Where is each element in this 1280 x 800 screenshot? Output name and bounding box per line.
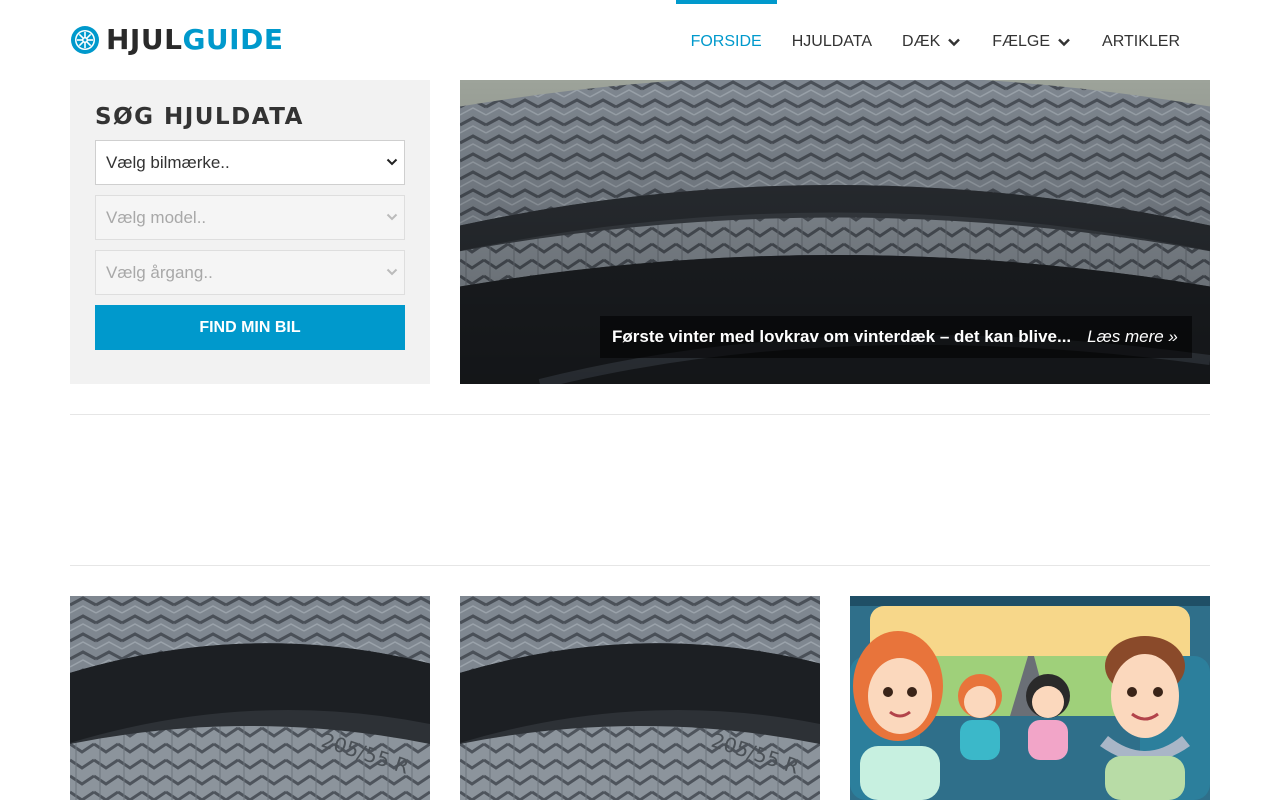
hero-caption: Første vinter med lovkrav om vinterdæk –… [600, 316, 1192, 358]
chevron-down-icon [386, 268, 398, 276]
cartoon-family-car-image [850, 596, 1210, 800]
year-select-value: Vælg årgang.. [106, 262, 213, 282]
site-header: HJULGUIDE FORSIDE HJULDATA DÆK FÆLGE ART… [0, 0, 1280, 80]
article-card[interactable]: 205/55 R [460, 596, 820, 800]
logo-text-part2: GUIDE [182, 23, 284, 56]
article-card[interactable] [850, 596, 1210, 800]
wheel-logo-icon [71, 26, 99, 54]
logo-text: HJULGUIDE [106, 22, 283, 58]
find-car-button[interactable]: FIND MIN BIL [95, 305, 405, 350]
chevron-down-icon [386, 213, 398, 221]
nav-item-label: ARTIKLER [1102, 33, 1180, 50]
nav-item-hjuldata[interactable]: HJULDATA [777, 0, 887, 84]
hero-title[interactable]: Første vinter med lovkrav om vinterdæk –… [612, 327, 1071, 347]
nav-item-label: HJULDATA [791, 33, 873, 50]
tire-closeup-image: 205/55 R [70, 596, 430, 800]
nav-item-forside[interactable]: FORSIDE [675, 0, 777, 84]
nav-item-artikler[interactable]: ARTIKLER [1087, 0, 1195, 84]
year-select[interactable]: Vælg årgang.. [95, 250, 405, 295]
brand-select-value: Vælg bilmærke.. [106, 152, 230, 172]
nav-item-faelge[interactable]: FÆLGE [977, 0, 1087, 84]
chevron-down-icon [1058, 38, 1070, 47]
logo-text-part1: HJUL [106, 23, 183, 56]
read-more-link[interactable]: Læs mere » [1087, 327, 1178, 347]
search-panel: SØG HJULDATA Vælg bilmærke.. Vælg model.… [70, 80, 430, 384]
search-title: SØG HJULDATA [95, 104, 304, 130]
nav-item-daek[interactable]: DÆK [887, 0, 977, 84]
divider [70, 414, 1210, 415]
nav-item-label: FORSIDE [690, 33, 762, 50]
nav-item-label: DÆK [902, 33, 941, 50]
model-select-value: Vælg model.. [106, 207, 207, 227]
chevron-down-icon [948, 38, 961, 47]
model-select[interactable]: Vælg model.. [95, 195, 405, 240]
article-card[interactable]: 205/55 R [70, 596, 430, 800]
chevron-down-icon [386, 158, 398, 166]
main-nav: FORSIDE HJULDATA DÆK FÆLGE ARTIKLER [675, 0, 1195, 80]
divider [70, 565, 1210, 566]
site-logo[interactable]: HJULGUIDE [70, 22, 283, 58]
brand-select[interactable]: Vælg bilmærke.. [95, 140, 405, 185]
hero-article[interactable]: Første vinter med lovkrav om vinterdæk –… [460, 80, 1210, 384]
nav-item-label: FÆLGE [992, 33, 1051, 50]
tire-closeup-image: 205/55 R [460, 596, 820, 800]
